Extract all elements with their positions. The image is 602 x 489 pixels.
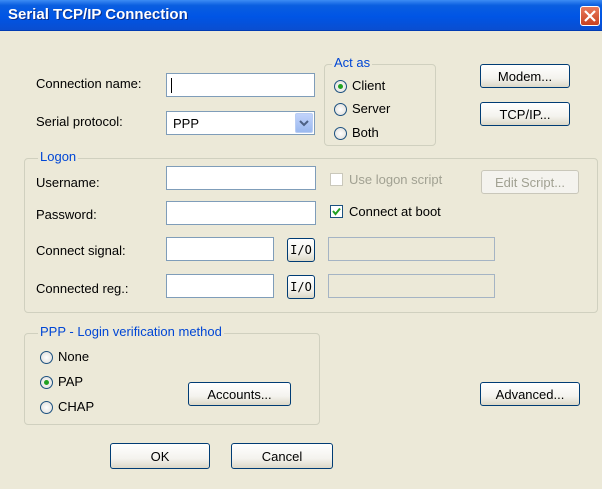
close-button[interactable]	[580, 6, 600, 26]
ppp-none-radio[interactable]	[40, 351, 53, 364]
connected-reg-input[interactable]	[166, 274, 274, 298]
modem-button[interactable]: Modem...	[480, 64, 570, 88]
password-input[interactable]	[166, 201, 316, 225]
connected-reg-display	[328, 274, 495, 298]
serial-protocol-value: PPP	[173, 116, 200, 131]
username-label: Username:	[36, 175, 100, 190]
title-bar[interactable]: Serial TCP/IP Connection	[0, 0, 602, 31]
ppp-chap-radio[interactable]	[40, 401, 53, 414]
window-title: Serial TCP/IP Connection	[8, 6, 188, 23]
advanced-button[interactable]: Advanced...	[480, 382, 580, 406]
ppp-chap-label: CHAP	[58, 399, 95, 414]
ppp-none-label: None	[58, 349, 90, 364]
connect-at-boot-checkbox[interactable]	[330, 205, 343, 218]
act-as-both-radio[interactable]	[334, 127, 347, 140]
close-icon	[584, 10, 596, 22]
serial-protocol-label: Serial protocol:	[36, 114, 123, 129]
use-logon-script-label: Use logon script	[349, 172, 443, 187]
ppp-pap-radio[interactable]	[40, 376, 53, 389]
connect-signal-input[interactable]	[166, 237, 274, 261]
cancel-button[interactable]: Cancel	[231, 443, 333, 469]
username-input[interactable]	[166, 166, 316, 190]
ppp-pap-label: PAP	[58, 374, 84, 389]
checkmark-icon	[332, 207, 341, 216]
dialog-window: Serial TCP/IP Connection Connection name…	[0, 0, 602, 489]
use-logon-script-checkbox[interactable]	[330, 173, 343, 186]
chevron-down-icon[interactable]	[295, 113, 313, 133]
connected-reg-label: Connected reg.:	[36, 281, 129, 296]
connected-reg-io-button[interactable]: I/O	[287, 275, 315, 299]
act-as-client-radio[interactable]	[334, 80, 347, 93]
tcpip-button[interactable]: TCP/IP...	[480, 102, 570, 126]
act-as-title: Act as	[332, 55, 373, 70]
connect-signal-io-button[interactable]: I/O	[287, 238, 315, 262]
connection-name-label: Connection name:	[36, 76, 142, 91]
ok-button[interactable]: OK	[110, 443, 210, 469]
radio-selected-dot	[338, 84, 343, 89]
act-as-both-label: Both	[352, 125, 379, 140]
accounts-button[interactable]: Accounts...	[188, 382, 291, 406]
connect-signal-display	[328, 237, 495, 261]
logon-title: Logon	[38, 149, 79, 164]
act-as-server-radio[interactable]	[334, 103, 347, 116]
act-as-client-label: Client	[352, 78, 386, 93]
radio-selected-dot	[44, 380, 49, 385]
edit-script-button[interactable]: Edit Script...	[481, 170, 579, 194]
serial-protocol-select[interactable]: PPP	[166, 111, 315, 135]
connect-signal-label: Connect signal:	[36, 243, 126, 258]
text-caret	[171, 78, 172, 93]
connect-at-boot-label: Connect at boot	[349, 204, 441, 219]
connection-name-input[interactable]	[166, 73, 315, 97]
password-label: Password:	[36, 207, 97, 222]
act-as-server-label: Server	[352, 101, 391, 116]
ppp-verification-title: PPP - Login verification method	[38, 324, 224, 339]
